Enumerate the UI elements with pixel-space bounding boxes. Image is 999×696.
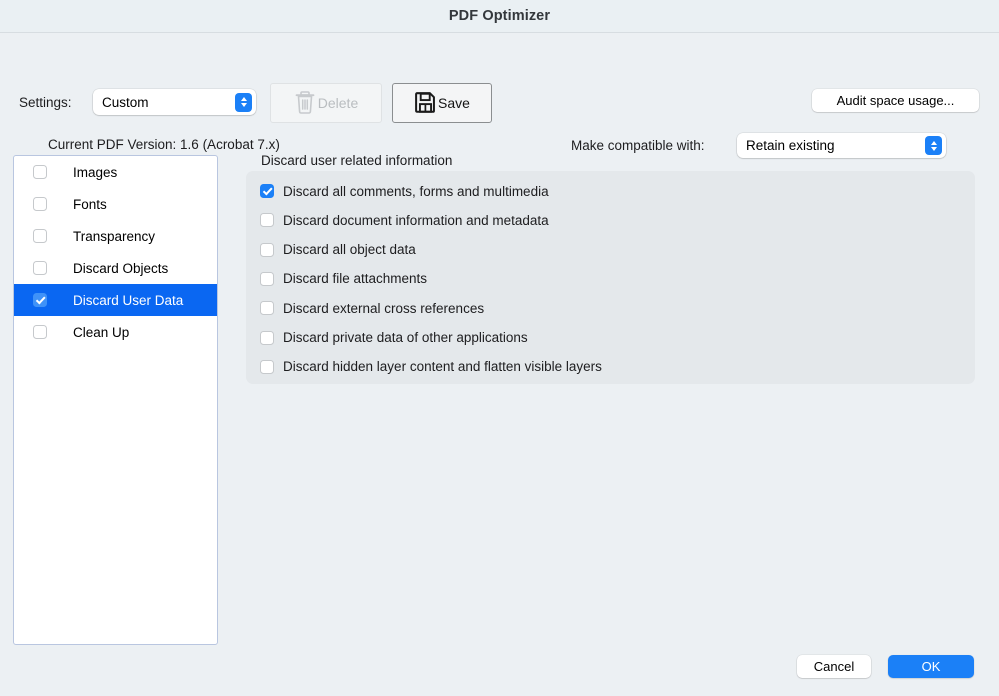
checkbox[interactable] [260, 359, 274, 374]
checkbox[interactable] [260, 184, 274, 198]
sidebar-item-label: Discard Objects [73, 260, 169, 276]
option-label: Discard all object data [283, 242, 416, 258]
sidebar-item[interactable]: Transparency [14, 220, 217, 252]
checkbox[interactable] [33, 197, 47, 211]
save-button[interactable]: Save [392, 83, 492, 123]
checkbox[interactable] [260, 213, 274, 228]
settings-label: Settings: [19, 95, 72, 110]
make-compatible-select[interactable]: Retain existing [737, 133, 946, 158]
ok-button[interactable]: OK [888, 655, 974, 678]
window-titlebar: PDF Optimizer [0, 0, 999, 33]
cancel-button[interactable]: Cancel [797, 655, 871, 678]
option-label: Discard private data of other applicatio… [283, 330, 528, 345]
save-button-label: Save [438, 95, 470, 111]
sidebar-item[interactable]: Fonts [14, 188, 217, 220]
window-title: PDF Optimizer [448, 8, 551, 24]
checkbox[interactable] [260, 301, 274, 316]
discard-user-data-options-group: Discard all comments, forms and multimed… [246, 171, 975, 384]
trash-icon [294, 90, 316, 117]
option-label: Discard all comments, forms and multimed… [283, 183, 549, 199]
option-row[interactable]: Discard external cross references [260, 298, 484, 318]
ok-button-label: OK [921, 659, 941, 674]
checkbox[interactable] [260, 330, 274, 345]
option-row[interactable]: Discard document information and metadat… [260, 210, 549, 230]
option-row[interactable]: Discard all comments, forms and multimed… [260, 181, 549, 201]
current-pdf-version-text: Current PDF Version: 1.6 (Acrobat 7.x) [48, 137, 280, 152]
chevron-up-down-icon [235, 92, 252, 112]
sidebar-item-label: Images [73, 164, 118, 180]
sidebar-item-label: Clean Up [73, 324, 130, 340]
option-label: Discard file attachments [283, 271, 428, 287]
option-label: Discard document information and metadat… [283, 212, 549, 228]
sidebar-item-label: Transparency [73, 228, 156, 244]
delete-button[interactable]: Delete [270, 83, 382, 123]
sidebar-item[interactable]: Clean Up [14, 316, 217, 348]
sidebar-item[interactable]: Discard Objects [14, 252, 217, 284]
make-compatible-label: Make compatible with: [571, 138, 705, 153]
option-row[interactable]: Discard hidden layer content and flatten… [260, 357, 602, 377]
option-row[interactable]: Discard file attachments [260, 269, 427, 289]
category-list[interactable]: Images Fonts Transparency Discard Objects Di… [13, 155, 218, 645]
settings-select-value: Custom [102, 94, 149, 110]
audit-space-usage-label: Audit space usage... [836, 93, 955, 108]
delete-button-label: Delete [317, 95, 359, 111]
checkbox[interactable] [33, 165, 47, 179]
sidebar-item-label: Discard User Data [73, 292, 184, 308]
sidebar-item[interactable]: Discard User Data [14, 284, 217, 316]
chevron-up-down-icon [925, 136, 942, 155]
group-title: Discard user related information [261, 153, 453, 168]
sidebar-item[interactable]: Images [14, 156, 217, 188]
checkbox[interactable] [260, 242, 274, 257]
settings-select[interactable]: Custom [93, 89, 256, 115]
audit-space-usage-button[interactable]: Audit space usage... [812, 89, 979, 112]
checkbox[interactable] [33, 325, 47, 339]
option-row[interactable]: Discard private data of other applicatio… [260, 328, 528, 348]
checkbox[interactable] [33, 293, 47, 307]
sidebar-item-label: Fonts [73, 196, 107, 212]
checkbox[interactable] [33, 229, 47, 243]
option-row[interactable]: Discard all object data [260, 240, 416, 260]
checkbox[interactable] [33, 261, 47, 275]
checkbox[interactable] [260, 271, 274, 286]
toolbar: Settings: Custom Delete Save Audit space… [0, 33, 999, 158]
floppy-disk-icon [414, 90, 437, 117]
option-label: Discard external cross references [283, 300, 485, 316]
cancel-button-label: Cancel [813, 659, 855, 674]
make-compatible-value: Retain existing [746, 138, 835, 153]
option-label: Discard hidden layer content and flatten… [283, 359, 602, 375]
